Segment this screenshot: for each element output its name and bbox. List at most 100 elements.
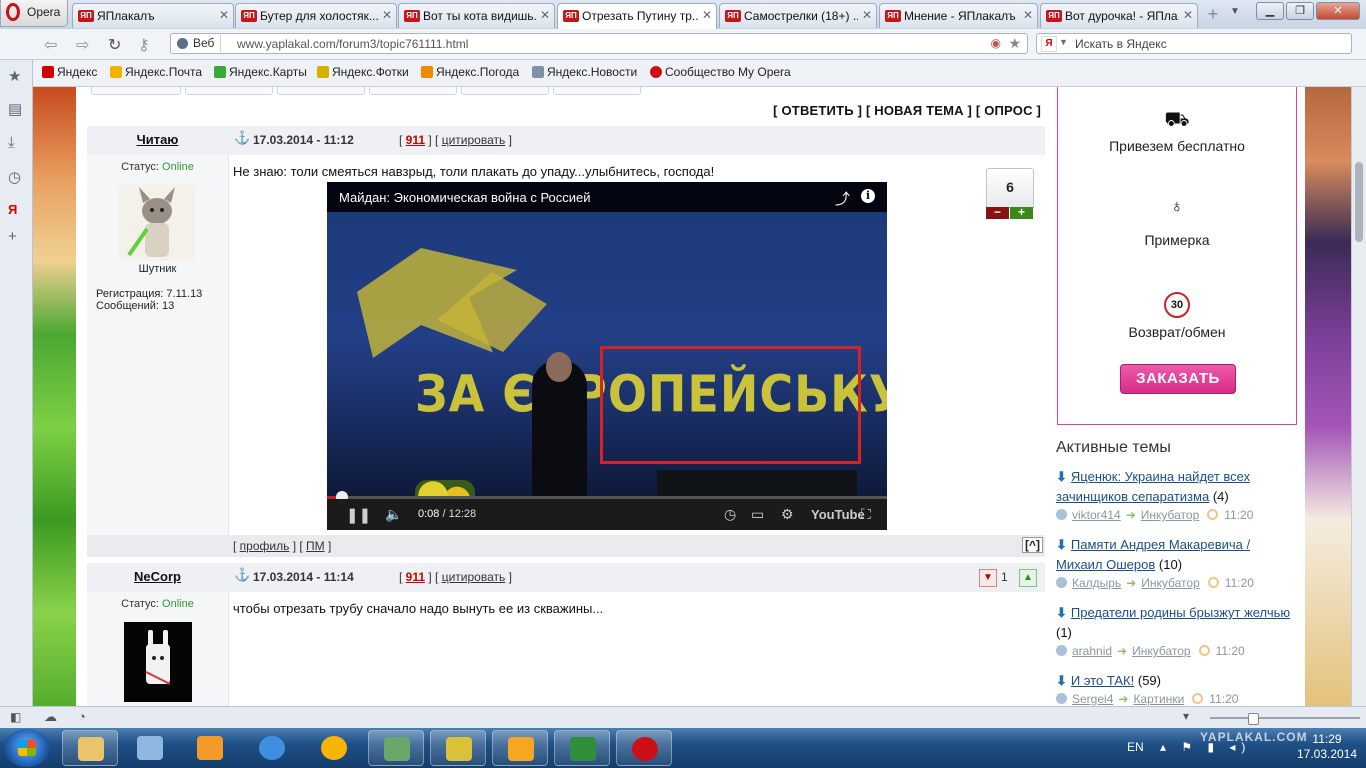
close-window-button[interactable]: ✕ [1316,2,1360,20]
reload-icon[interactable]: ↻ [108,35,121,55]
tab-close-icon[interactable]: ✕ [1183,8,1193,22]
taskbar-app-icq[interactable] [306,730,362,766]
taskbar-app-opera[interactable] [616,730,672,766]
forward-arrow-icon[interactable]: ⇨ [76,35,89,55]
taskbar-app-monitor[interactable] [368,730,424,766]
bookmark-yandex-weather[interactable]: Яндекс.Погода [421,65,519,79]
fullscreen-icon[interactable]: ⛶ [861,506,871,523]
tab-close-icon[interactable]: ✕ [1023,8,1033,22]
thumb-up-icon[interactable]: ▲ [1019,569,1037,587]
taskbar-app-excel[interactable] [554,730,610,766]
post-number[interactable]: 911 [406,133,425,147]
captions-icon[interactable]: ▭ [751,506,764,523]
order-button[interactable]: ЗАКАЗАТЬ [1120,364,1236,394]
topic-item[interactable]: ⬇ Предатели родины брызжут желчью (1) [1056,603,1296,643]
tab-list-chevron-icon[interactable]: ▼ [1230,6,1240,17]
pause-icon[interactable]: ❚❚ [346,506,371,524]
yandex-panel-icon[interactable]: Я [8,202,17,217]
post-number[interactable]: 911 [406,570,425,584]
pm-link[interactable]: ПМ [306,539,325,553]
key-icon[interactable]: ⚷ [138,35,150,55]
zoom-slider-handle[interactable] [1248,713,1259,725]
address-mode-button[interactable]: Веб [173,35,222,52]
user-avatar[interactable] [124,622,192,702]
topic-item[interactable]: ⬇ И это ТАК! (59) [1056,671,1296,691]
topic-section-link[interactable]: Картинки [1133,692,1184,706]
watch-later-clock-icon[interactable]: ◷ [724,506,736,523]
history-clock-icon[interactable]: ◷ [8,168,21,186]
topic-item[interactable]: ⬇ Памяти Андрея Макаревича / Михаил Ошеро… [1056,535,1296,575]
url-text[interactable]: www.yaplakal.com/forum3/topic761111.html [237,37,468,51]
notes-icon[interactable]: ▤ [8,100,22,118]
taskbar-app-paint[interactable] [122,730,178,766]
tab-close-icon[interactable]: ✕ [862,8,872,22]
topic-user-link[interactable]: Sergei4 [1072,692,1113,706]
bookmark-star-icon[interactable]: ★ [1008,35,1021,52]
rate-up-button[interactable]: + [1010,206,1033,219]
downloads-icon[interactable]: ⤓ [8,134,15,151]
add-panel-icon[interactable]: + [8,228,17,245]
topic-user-link[interactable]: Калдырь [1072,576,1121,590]
tab-yaplakal[interactable]: ЯП ЯПлакалъ ✕ [72,3,234,28]
quote-link[interactable]: цитировать [442,133,506,147]
bookmark-yandex[interactable]: Яндекс [42,65,97,79]
panel-toggle-icon[interactable]: ◧ [10,710,21,724]
cloud-icon[interactable]: ☁ [44,709,57,725]
rss-icon[interactable]: ◉ [991,36,1001,50]
topic-item[interactable]: ⬇ Яценюк: Украина найдет всех зачинщиков … [1056,467,1296,507]
search-placeholder[interactable]: Искать в Яндекс [1075,37,1167,51]
post-author[interactable]: NeCorp [87,569,228,584]
start-button[interactable] [4,729,50,767]
vertical-scrollbar[interactable] [1351,87,1366,706]
search-field[interactable]: Я ▼ Искать в Яндекс [1036,33,1352,54]
bookmark-yandex-photos[interactable]: Яндекс.Фотки [317,65,409,79]
settings-gear-icon[interactable]: ⚙ [781,506,794,523]
topic-user-link[interactable]: viktor414 [1072,508,1121,522]
topic-user-link[interactable]: arahnid [1072,644,1112,658]
search-engine-chevron-icon[interactable]: ▼ [1059,37,1068,47]
tab-close-icon[interactable]: ✕ [219,8,229,22]
taskbar-app-internet-explorer[interactable] [244,730,300,766]
tab-durochka[interactable]: ЯП Вот дурочка! - ЯПла... ✕ [1040,3,1198,28]
bookmarks-star-icon[interactable]: ★ [8,67,21,85]
quote-link[interactable]: цитировать [442,570,506,584]
anchor-icon[interactable]: ⚓ [234,130,250,146]
scroll-top-button[interactable]: [^] [1022,537,1043,553]
tab-close-icon[interactable]: ✕ [382,8,392,22]
view-icon[interactable]: ▾ [1183,709,1189,723]
bookmark-yandex-mail[interactable]: Яндекс.Почта [110,65,202,79]
tab-mnenie[interactable]: ЯП Мнение - ЯПлакалъ ✕ [879,3,1038,28]
volume-icon[interactable]: 🔈 [385,506,402,523]
tab-kot[interactable]: ЯП Вот ты кота видишь... ✕ [398,3,555,28]
maximize-button[interactable]: ❐ [1286,2,1314,20]
speed-dial-icon[interactable]: ◔ [78,709,86,724]
tab-otrezat[interactable]: ЯП Отрезать Путину тр... ✕ [557,3,717,29]
embedded-video-player[interactable]: ЗА ЄВРОПЕЙСЬКУ У ⌃ Майдан: Экономическая… [327,182,887,530]
zoom-slider[interactable] [1210,717,1360,719]
minimize-button[interactable]: ▁ [1256,2,1284,20]
taskbar-app-outlook[interactable] [492,730,548,766]
post-author[interactable]: Читаю [87,132,228,147]
tab-samostrelki[interactable]: ЯП Самострелки (18+) ... ✕ [719,3,877,28]
new-topic-button[interactable]: [ НОВАЯ ТЕМА ] [866,103,972,118]
video-title[interactable]: Майдан: Экономическая война с Россией [339,190,591,205]
address-bar[interactable]: Веб www.yaplakal.com/forum3/topic761111.… [170,33,1028,54]
language-indicator[interactable]: EN [1127,740,1144,754]
tab-close-icon[interactable]: ✕ [540,8,550,22]
share-icon[interactable]: ⤴ [835,188,850,209]
rate-down-button[interactable]: − [986,206,1009,219]
new-tab-button[interactable]: + [1203,5,1223,24]
user-avatar[interactable] [119,185,195,261]
bookmark-my-opera[interactable]: Сообщество My Opera [650,65,791,79]
topic-section-link[interactable]: Инкубатор [1132,644,1191,658]
opera-menu-button[interactable]: Opera [0,0,68,27]
scrollbar-thumb[interactable] [1355,162,1363,242]
reply-button[interactable]: [ ОТВЕТИТЬ ] [773,103,862,118]
topic-section-link[interactable]: Инкубатор [1141,576,1200,590]
tab-buter[interactable]: ЯП Бутер для холостяк... ✕ [235,3,397,28]
taskbar-app-game[interactable] [430,730,486,766]
video-frame[interactable]: ЗА ЄВРОПЕЙСЬКУ У ⌃ [327,212,887,526]
taskbar-app-media-player[interactable] [182,730,238,766]
back-arrow-icon[interactable]: ⇦ [44,35,57,55]
anchor-icon[interactable]: ⚓ [234,567,250,583]
